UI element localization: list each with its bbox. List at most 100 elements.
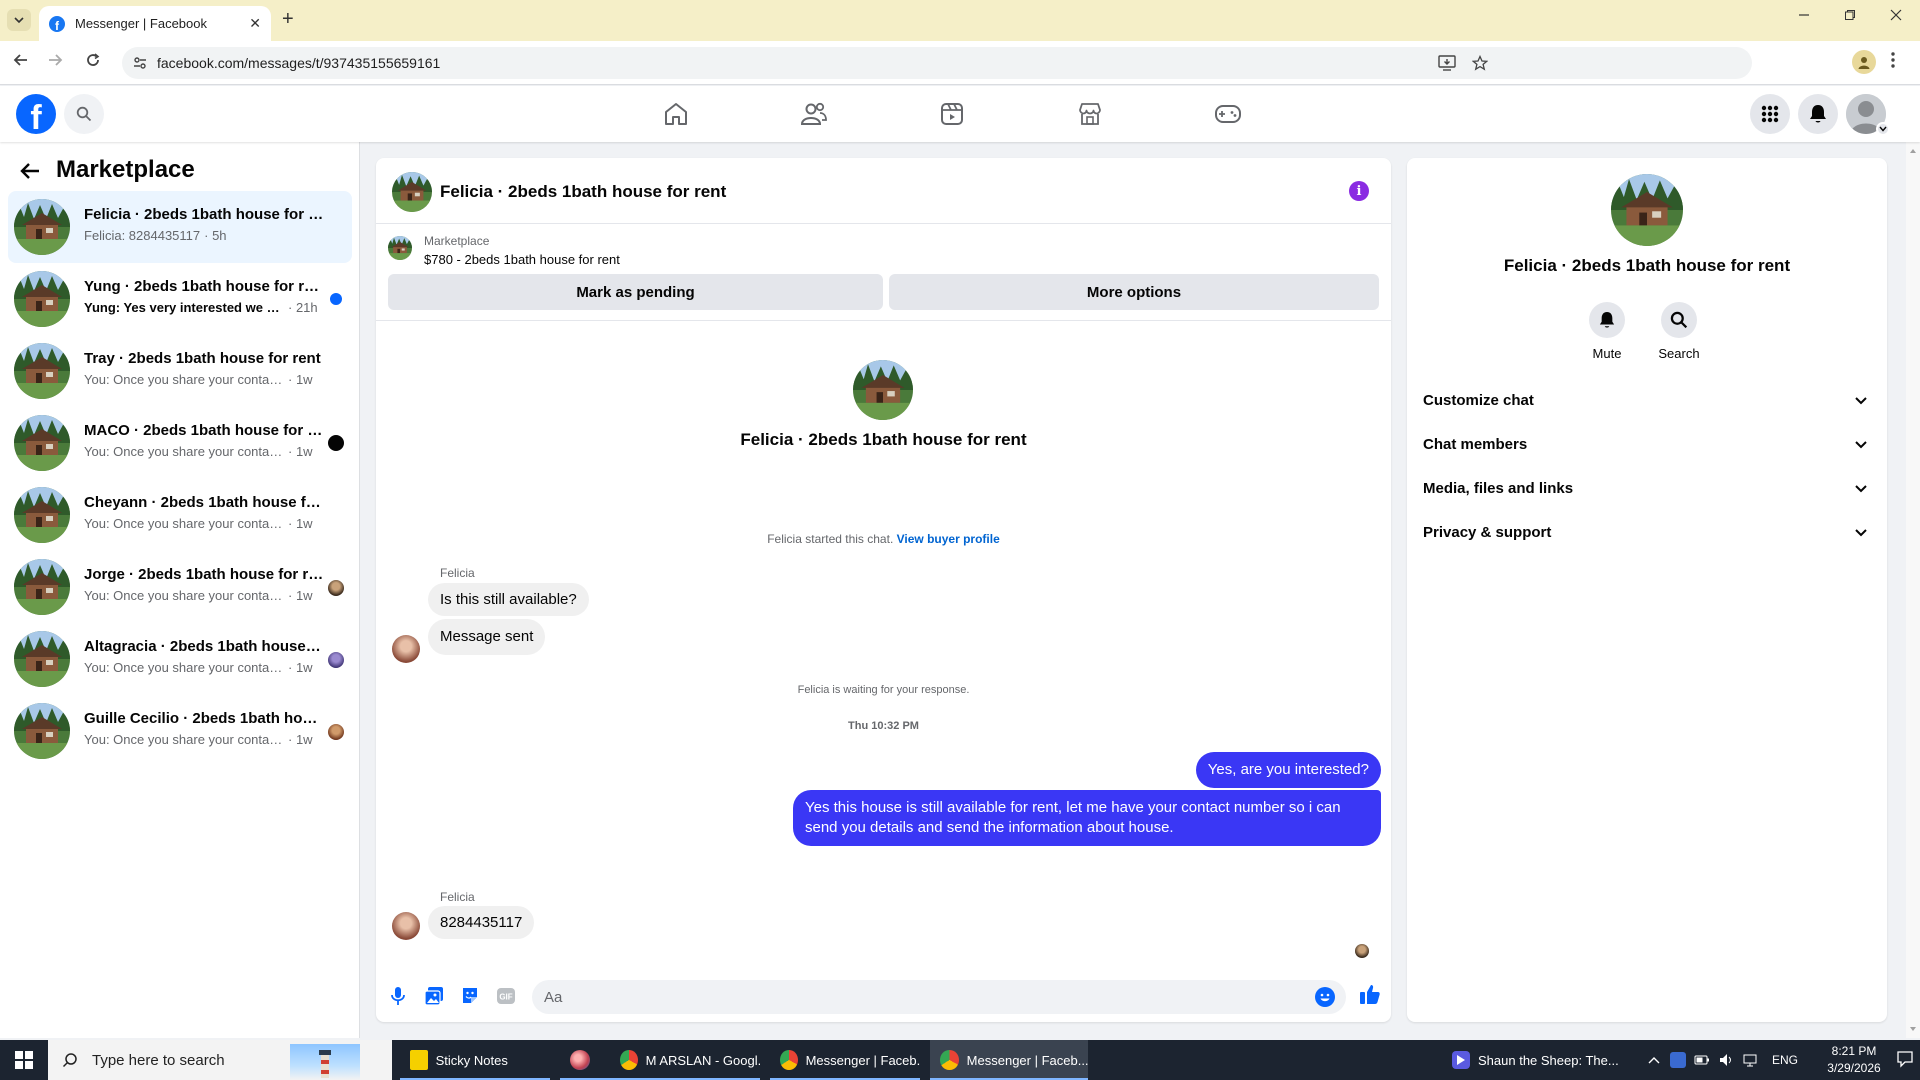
nav-gaming-button[interactable] <box>1212 98 1244 130</box>
image-icon <box>424 987 443 1006</box>
facebook-search-button[interactable] <box>64 94 104 134</box>
chat-title[interactable]: Felicia · 2beds 1bath house for rent <box>440 182 726 202</box>
conversation-item[interactable]: Cheyann · 2beds 1bath house for r... You… <box>8 479 352 551</box>
scroll-up-icon <box>1910 149 1916 153</box>
taskbar-app-chrome-profile-m[interactable]: M ARSLAN - Googl... <box>610 1040 760 1080</box>
listing-title[interactable]: $780 - 2beds 1bath house for rent <box>424 252 620 267</box>
chrome-icon <box>780 1050 798 1070</box>
sender-avatar[interactable] <box>392 635 420 663</box>
outgoing-message[interactable]: Yes, are you interested? <box>1195 752 1381 788</box>
thumbs-up-icon <box>1360 985 1380 1004</box>
address-bar[interactable]: facebook.com/messages/t/937435155659161 <box>122 47 1752 79</box>
profile-name: Felicia · 2beds 1bath house for rent <box>1503 256 1791 275</box>
attach-media-button[interactable] <box>422 984 446 1008</box>
view-buyer-profile-link[interactable]: View buyer profile <box>897 532 1000 546</box>
taskbar-app-sticky-notes[interactable]: Sticky Notes <box>400 1040 550 1080</box>
taskbar-app-messenger-2[interactable]: Messenger | Faceb... <box>930 1040 1088 1080</box>
minimize-window-button[interactable] <box>1794 8 1814 26</box>
notifications-button[interactable] <box>1798 94 1838 134</box>
voice-clip-button[interactable] <box>386 984 410 1008</box>
taskbar-search-input[interactable] <box>92 1051 312 1069</box>
restore-icon <box>1845 10 1855 20</box>
reload-button[interactable] <box>82 52 104 73</box>
browser-menu-button[interactable] <box>1890 51 1896 74</box>
conversation-item[interactable]: Yung · 2beds 1bath house for rent Yung: … <box>8 263 352 335</box>
onedrive-icon[interactable] <box>1670 1052 1686 1068</box>
forward-button[interactable] <box>44 52 66 73</box>
browser-tab-messenger[interactable]: f Messenger | Facebook ✕ <box>39 6 271 41</box>
conversation-item[interactable]: Guille Cecilio · 2beds 1bath hous... You… <box>8 695 352 767</box>
message-composer: GIF <box>376 976 1391 1022</box>
conversation-item[interactable]: Jorge · 2beds 1bath house for rent You: … <box>8 551 352 623</box>
chat-avatar[interactable] <box>392 172 432 212</box>
back-arrow-button[interactable] <box>20 160 40 186</box>
taskbar-app-photos[interactable] <box>560 1040 610 1080</box>
profile-avatar[interactable] <box>1611 174 1683 246</box>
nav-video-button[interactable] <box>936 98 968 130</box>
info-icon[interactable]: i <box>1349 181 1369 201</box>
start-button[interactable] <box>0 1040 48 1080</box>
outgoing-message[interactable]: Yes this house is still available for re… <box>793 790 1381 846</box>
unread-dot-icon <box>330 293 342 305</box>
read-receipt-avatar <box>1355 944 1369 958</box>
facebook-logo-icon[interactable]: f <box>16 94 56 134</box>
more-vertical-icon <box>1891 52 1895 68</box>
mute-button[interactable]: Mute <box>1577 302 1637 361</box>
row-label: Media, files and links <box>1423 480 1574 497</box>
nav-home-button[interactable] <box>660 98 692 130</box>
conversation-item[interactable]: Tray · 2beds 1bath house for rent You: O… <box>8 335 352 407</box>
listing-avatar <box>14 199 70 255</box>
notification-center-button[interactable] <box>1896 1050 1914 1073</box>
conversation-item[interactable]: MACO · 2beds 1bath house for r... You: O… <box>8 407 352 479</box>
listing-thumbnail[interactable] <box>388 236 412 260</box>
menu-grid-button[interactable] <box>1750 94 1790 134</box>
input-language[interactable]: ENG <box>1772 1053 1798 1067</box>
browser-profile-avatar[interactable] <box>1852 50 1876 74</box>
site-info-icon[interactable] <box>132 55 148 71</box>
network-icon[interactable] <box>1742 1052 1758 1068</box>
more-options-button[interactable]: More options <box>889 274 1379 310</box>
close-window-button[interactable] <box>1886 8 1906 26</box>
incoming-message[interactable]: Is this still available? <box>428 583 589 616</box>
gif-button[interactable]: GIF <box>494 984 518 1008</box>
send-like-button[interactable] <box>1358 982 1382 1006</box>
emoji-icon[interactable] <box>1315 987 1335 1007</box>
battery-icon[interactable] <box>1694 1052 1710 1068</box>
volume-icon[interactable] <box>1718 1052 1734 1068</box>
taskbar-app-messenger-1[interactable]: Messenger | Faceb... <box>770 1040 920 1080</box>
arrow-left-icon <box>13 54 27 66</box>
privacy-support-row[interactable]: Privacy & support <box>1415 512 1879 556</box>
chevron-up-icon[interactable] <box>1648 1056 1660 1064</box>
page-scrollbar[interactable] <box>1906 142 1920 1038</box>
media-widget[interactable]: Shaun the Sheep: The... <box>1452 1040 1619 1080</box>
system-clock[interactable]: 8:21 PM 3/29/2026 <box>1820 1043 1888 1077</box>
chat-members-row[interactable]: Chat members <box>1415 424 1879 468</box>
media-files-links-row[interactable]: Media, files and links <box>1415 468 1879 512</box>
close-icon <box>1890 9 1902 21</box>
conversation-item[interactable]: Altagracia · 2beds 1bath house f... You:… <box>8 623 352 695</box>
customize-chat-row[interactable]: Customize chat <box>1415 380 1879 424</box>
back-button[interactable] <box>10 52 32 73</box>
conversation-preview: Yung: Yes very interested we are ... · 21… <box>84 300 318 315</box>
incoming-message[interactable]: Message sent <box>428 619 546 655</box>
incoming-message[interactable]: 8284435117 <box>428 906 535 939</box>
sender-avatar[interactable] <box>392 912 420 940</box>
install-app-icon[interactable] <box>1438 55 1456 75</box>
message-input[interactable] <box>532 980 1346 1014</box>
tab-search-button[interactable] <box>7 9 31 31</box>
sticker-button[interactable] <box>458 984 482 1008</box>
search-in-conversation-button[interactable]: Search <box>1649 302 1709 361</box>
new-tab-button[interactable]: + <box>282 8 294 31</box>
nav-friends-button[interactable] <box>798 98 830 130</box>
nav-marketplace-button[interactable] <box>1074 98 1106 130</box>
chat-panel: Felicia · 2beds 1bath house for rent i M… <box>376 158 1391 1022</box>
bookmark-star-icon[interactable] <box>1471 54 1489 75</box>
conversation-item[interactable]: Felicia · 2beds 1bath house for rent Fel… <box>8 191 352 263</box>
conversation-preview: You: Once you share your contact ... · 1w <box>84 660 313 675</box>
tab-close-button[interactable]: ✕ <box>249 15 261 32</box>
mark-as-pending-button[interactable]: Mark as pending <box>388 274 883 310</box>
account-menu-chevron[interactable] <box>1876 122 1890 136</box>
restore-window-button[interactable] <box>1840 8 1860 26</box>
url-text[interactable]: facebook.com/messages/t/937435155659161 <box>157 55 440 71</box>
conversation-name: Yung · 2beds 1bath house for rent <box>84 278 324 295</box>
